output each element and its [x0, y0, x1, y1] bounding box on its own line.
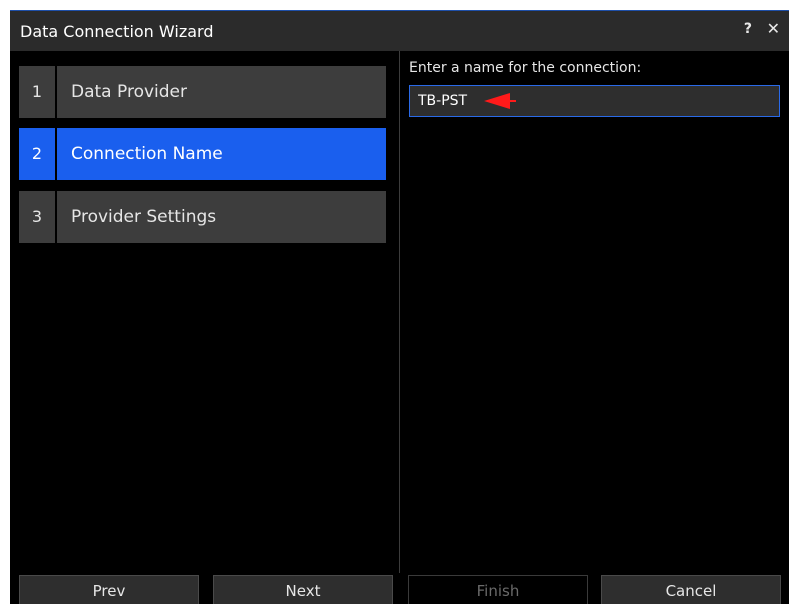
- annotation-arrow-icon: [484, 93, 510, 109]
- step-number: 2: [19, 128, 55, 180]
- step-label: Provider Settings: [57, 191, 386, 243]
- cancel-button[interactable]: Cancel: [601, 575, 781, 604]
- step-provider-settings[interactable]: 3 Provider Settings: [19, 191, 386, 243]
- finish-button[interactable]: Finish: [408, 575, 588, 604]
- steps-pane: 1 Data Provider 2 Connection Name 3 Prov…: [10, 51, 399, 573]
- wizard-footer: Prev Next Finish Cancel: [10, 573, 789, 604]
- step-number: 3: [19, 191, 55, 243]
- step-data-provider[interactable]: 1 Data Provider: [19, 66, 386, 118]
- step-connection-name[interactable]: 2 Connection Name: [19, 128, 386, 180]
- next-button[interactable]: Next: [213, 575, 393, 604]
- prev-button[interactable]: Prev: [19, 575, 199, 604]
- window-title: Data Connection Wizard: [20, 22, 214, 41]
- title-bar: Data Connection Wizard ? ✕: [10, 11, 789, 51]
- close-icon[interactable]: ✕: [767, 19, 780, 39]
- wizard-window: Data Connection Wizard ? ✕ 1 Data Provid…: [10, 10, 789, 604]
- connection-name-input[interactable]: [409, 85, 780, 117]
- step-label: Connection Name: [57, 128, 386, 180]
- connection-name-label: Enter a name for the connection:: [409, 60, 642, 76]
- step-label: Data Provider: [57, 66, 386, 118]
- annotation-arrow-tail: [508, 100, 516, 102]
- help-icon[interactable]: ?: [744, 19, 752, 39]
- step-number: 1: [19, 66, 55, 118]
- settings-pane: Enter a name for the connection:: [400, 51, 789, 573]
